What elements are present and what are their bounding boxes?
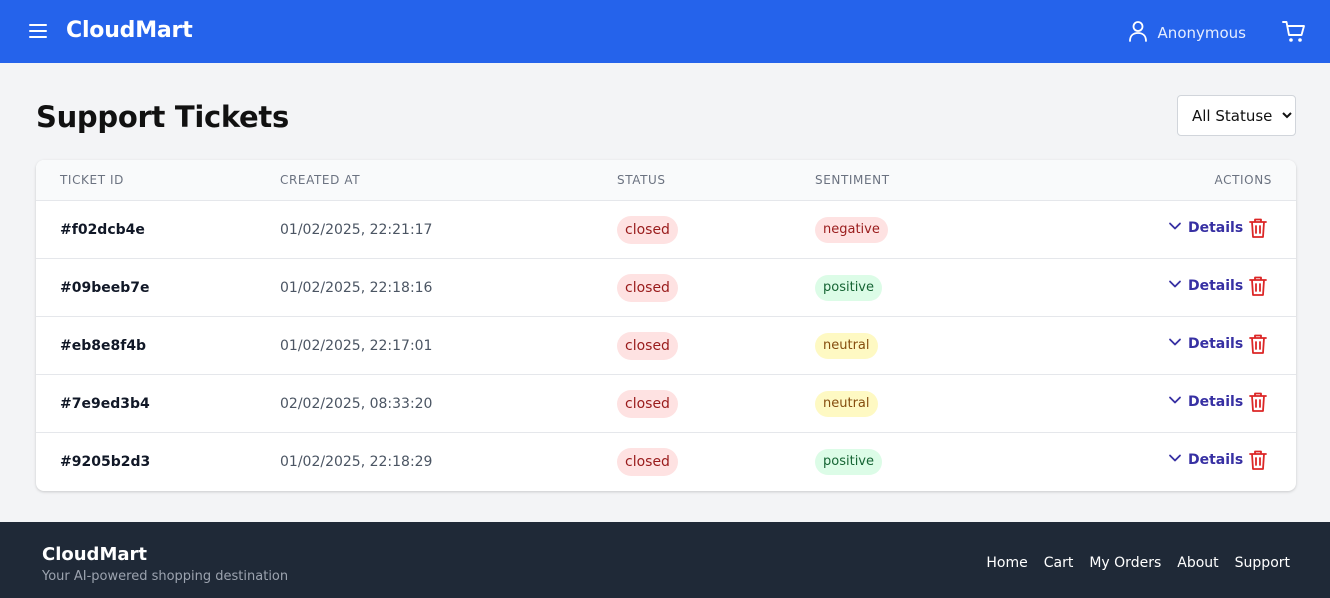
trash-icon[interactable] xyxy=(1248,217,1268,239)
table-row: #7e9ed3b4 02/02/2025, 08:33:20 closed ne… xyxy=(36,375,1296,433)
sentiment-badge: negative xyxy=(815,217,888,243)
table-row: #eb8e8f4b 01/02/2025, 22:17:01 closed ne… xyxy=(36,317,1296,375)
footer-link-my-orders[interactable]: My Orders xyxy=(1089,555,1161,571)
brand-logo[interactable]: CloudMart xyxy=(66,18,193,43)
sentiment-badge: neutral xyxy=(815,391,878,417)
user-icon xyxy=(1128,20,1148,46)
footer-tagline: Your AI-powered shopping destination xyxy=(42,569,289,584)
created-at: 01/02/2025, 22:18:29 xyxy=(280,454,433,470)
user-menu[interactable]: Anonymous xyxy=(1128,20,1246,46)
top-navbar: CloudMart Anonymous xyxy=(0,0,1330,63)
site-footer: CloudMart Your AI-powered shopping desti… xyxy=(0,522,1330,598)
footer-brand: CloudMart xyxy=(42,544,147,565)
details-label: Details xyxy=(1188,451,1244,468)
footer-link-home[interactable]: Home xyxy=(986,555,1027,571)
table-row: #9205b2d3 01/02/2025, 22:18:29 closed po… xyxy=(36,433,1296,491)
details-label: Details xyxy=(1188,335,1244,352)
tickets-table: TICKET ID CREATED AT STATUS SENTIMENT AC… xyxy=(36,160,1296,491)
details-button[interactable]: Details xyxy=(1168,392,1243,411)
chevron-down-icon xyxy=(1168,276,1182,295)
ticket-id: #eb8e8f4b xyxy=(60,338,147,354)
table-header: TICKET ID CREATED AT STATUS SENTIMENT AC… xyxy=(36,160,1296,201)
created-at: 01/02/2025, 22:17:01 xyxy=(280,338,433,354)
details-label: Details xyxy=(1188,277,1244,294)
footer-link-cart[interactable]: Cart xyxy=(1044,555,1074,571)
cart-icon[interactable] xyxy=(1282,20,1306,44)
column-header-created-at: CREATED AT xyxy=(280,173,361,187)
chevron-down-icon xyxy=(1168,450,1182,469)
trash-icon[interactable] xyxy=(1248,275,1268,297)
ticket-id: #09beeb7e xyxy=(60,280,150,296)
column-header-ticket-id: TICKET ID xyxy=(60,173,125,187)
status-filter-select[interactable]: All Statuses xyxy=(1177,95,1296,136)
ticket-id: #7e9ed3b4 xyxy=(60,396,150,412)
trash-icon[interactable] xyxy=(1248,333,1268,355)
sentiment-badge: positive xyxy=(815,449,882,475)
column-header-actions: ACTIONS xyxy=(1214,173,1272,187)
status-badge: closed xyxy=(617,332,678,360)
trash-icon[interactable] xyxy=(1248,449,1268,471)
details-button[interactable]: Details xyxy=(1168,218,1243,237)
table-row: #f02dcb4e 01/02/2025, 22:21:17 closed ne… xyxy=(36,201,1296,259)
footer-link-about[interactable]: About xyxy=(1177,555,1218,571)
table-row: #09beeb7e 01/02/2025, 22:18:16 closed po… xyxy=(36,259,1296,317)
user-name: Anonymous xyxy=(1157,24,1246,42)
details-button[interactable]: Details xyxy=(1168,334,1243,353)
details-button[interactable]: Details xyxy=(1168,276,1243,295)
sentiment-badge: neutral xyxy=(815,333,878,359)
ticket-id: #f02dcb4e xyxy=(60,222,145,238)
column-header-status: STATUS xyxy=(617,173,666,187)
status-badge: closed xyxy=(617,216,678,244)
chevron-down-icon xyxy=(1168,218,1182,237)
created-at: 01/02/2025, 22:21:17 xyxy=(280,222,433,238)
status-badge: closed xyxy=(617,390,678,418)
chevron-down-icon xyxy=(1168,392,1182,411)
status-badge: closed xyxy=(617,274,678,302)
menu-icon[interactable] xyxy=(28,21,48,41)
footer-nav: Home Cart My Orders About Support xyxy=(986,555,1290,571)
trash-icon[interactable] xyxy=(1248,391,1268,413)
chevron-down-icon xyxy=(1168,334,1182,353)
ticket-id: #9205b2d3 xyxy=(60,454,151,470)
created-at: 01/02/2025, 22:18:16 xyxy=(280,280,433,296)
created-at: 02/02/2025, 08:33:20 xyxy=(280,396,433,412)
details-button[interactable]: Details xyxy=(1168,450,1243,469)
details-label: Details xyxy=(1188,393,1244,410)
footer-link-support[interactable]: Support xyxy=(1235,555,1290,571)
details-label: Details xyxy=(1188,219,1244,236)
sentiment-badge: positive xyxy=(815,275,882,301)
status-badge: closed xyxy=(617,448,678,476)
page-title: Support Tickets xyxy=(36,100,289,134)
column-header-sentiment: SENTIMENT xyxy=(815,173,890,187)
